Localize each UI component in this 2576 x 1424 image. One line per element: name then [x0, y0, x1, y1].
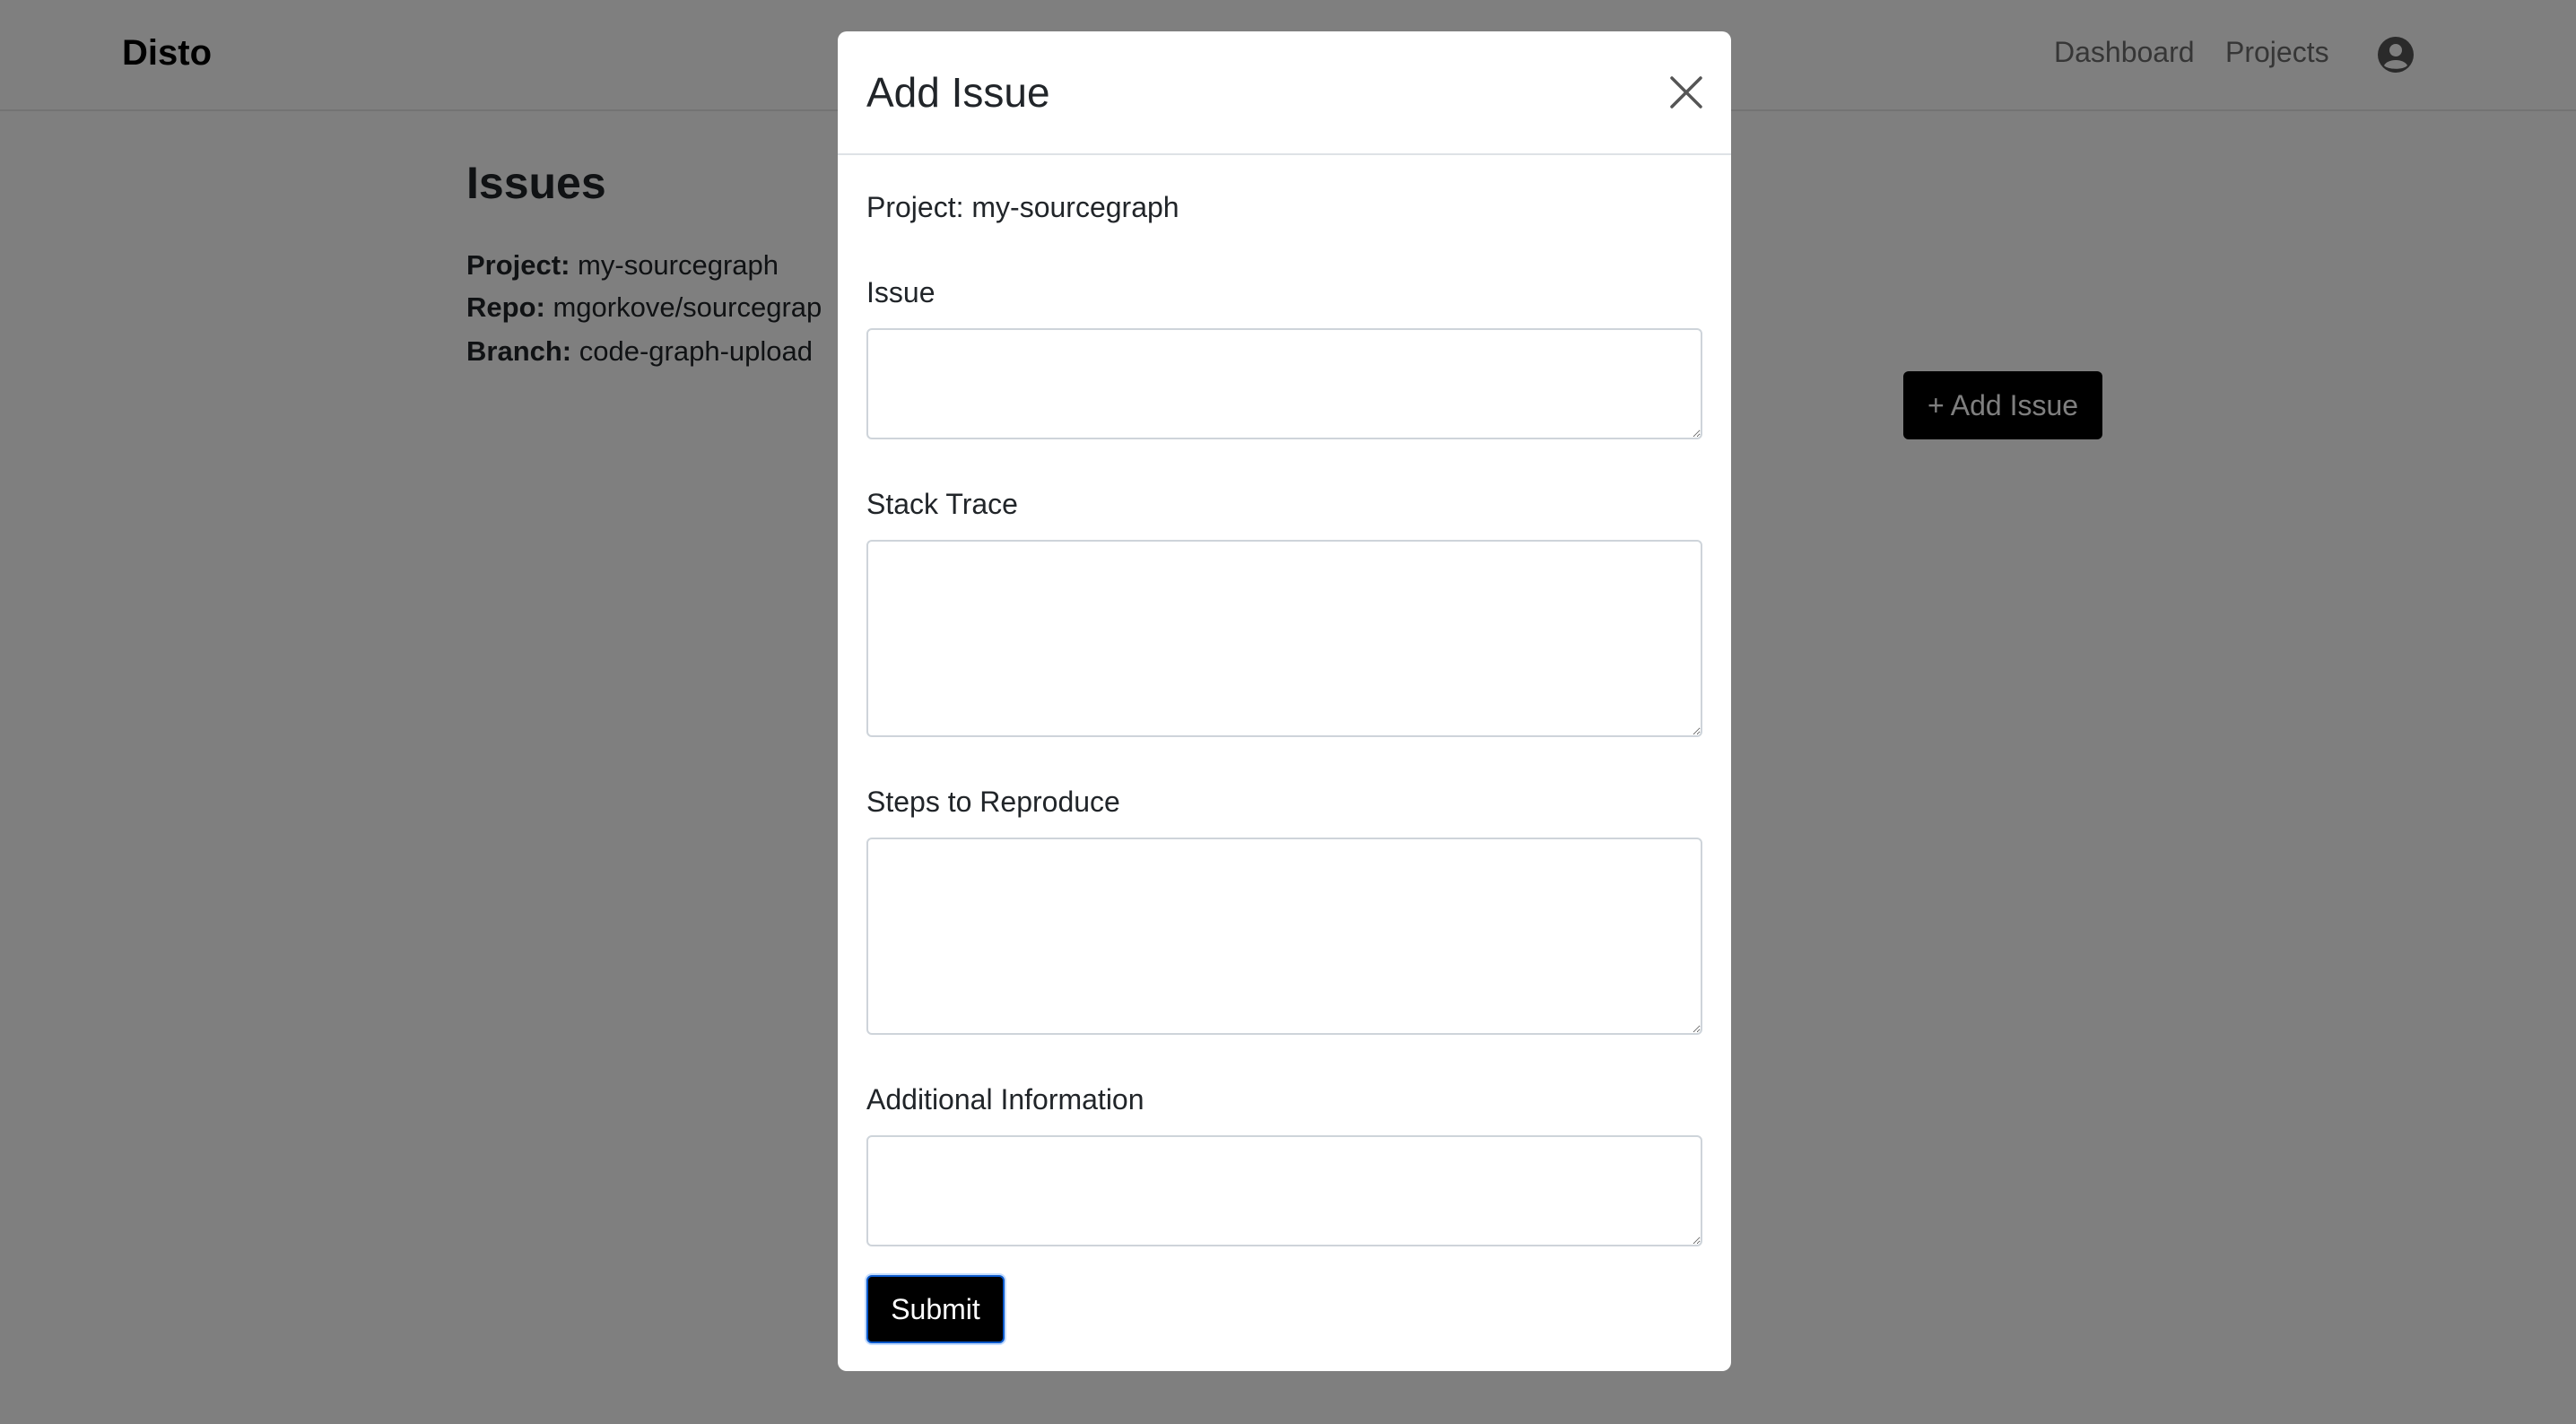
- issue-label: Issue: [866, 276, 936, 308]
- additional-information-textarea[interactable]: [866, 1135, 1702, 1246]
- additional-information-label: Additional Information: [866, 1083, 1144, 1116]
- modal-title: Add Issue: [866, 69, 1050, 116]
- stack-trace-textarea[interactable]: [866, 540, 1702, 737]
- close-button[interactable]: [1663, 69, 1710, 116]
- modal-header: Add Issue: [838, 31, 1731, 155]
- issue-textarea[interactable]: [866, 328, 1702, 439]
- stack-trace-label: Stack Trace: [866, 488, 1018, 520]
- close-icon: [1670, 76, 1702, 109]
- steps-to-reproduce-textarea[interactable]: [866, 838, 1702, 1035]
- steps-to-reproduce-label: Steps to Reproduce: [866, 786, 1120, 818]
- modal-project-line: Project: my-sourcegraph: [866, 191, 1179, 223]
- add-issue-modal: Add Issue Project: my-sourcegraph Issue …: [838, 31, 1731, 1371]
- submit-button[interactable]: Submit: [866, 1275, 1005, 1343]
